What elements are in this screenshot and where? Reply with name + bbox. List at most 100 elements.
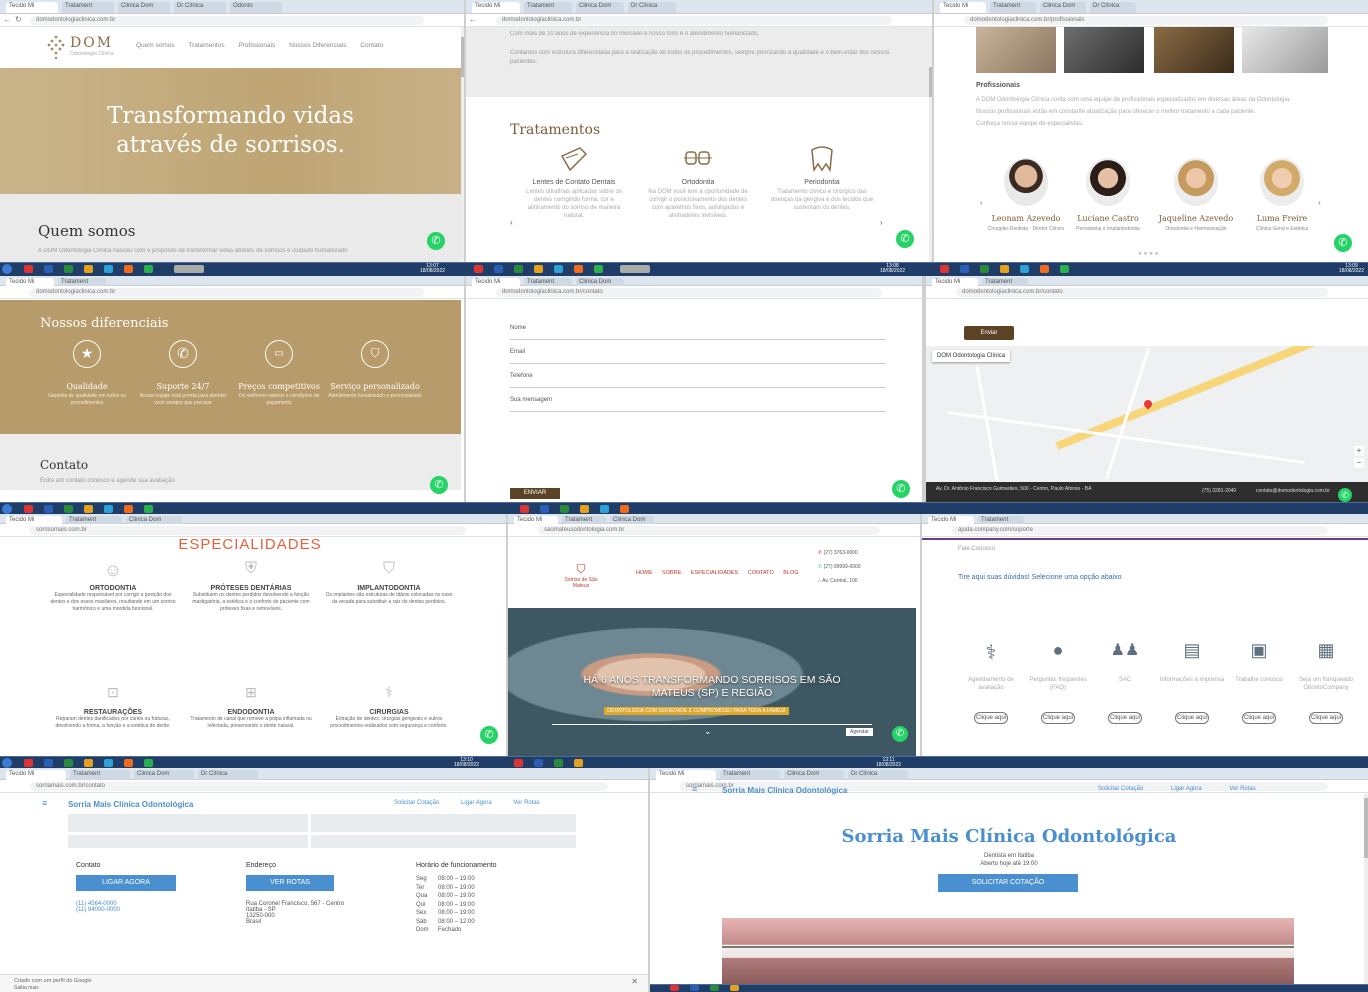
browser-tab[interactable]: Tratament bbox=[66, 516, 122, 524]
taskbar-clock[interactable]: 13:07 18/08/2022 bbox=[420, 264, 445, 274]
carousel-next[interactable]: › bbox=[880, 218, 883, 227]
support-option[interactable]: ● Perguntas frequentes (FAQ) Clique aqui bbox=[1025, 640, 1091, 724]
nav-directions[interactable]: Ver Rotas bbox=[1229, 786, 1255, 792]
url-field[interactable]: sorrisomais.com.br bbox=[30, 526, 466, 535]
support-option[interactable]: ♟♟ SAC Clique aqui bbox=[1092, 640, 1158, 724]
nav-request-quote[interactable]: Solicitar Cotação bbox=[394, 800, 439, 806]
phone-field[interactable]: Telefone bbox=[510, 364, 886, 388]
taskbar-app-icon[interactable] bbox=[104, 265, 113, 273]
taskbar-app-icon[interactable] bbox=[104, 505, 113, 513]
browser-tab[interactable]: Tratament bbox=[982, 278, 1028, 286]
scrollbar[interactable] bbox=[929, 27, 932, 262]
logo[interactable]: DOM Odontologia Clínica bbox=[46, 32, 126, 62]
start-button[interactable] bbox=[2, 758, 12, 768]
url-field[interactable]: domodontologiaclinica.com.br/contato bbox=[956, 288, 1328, 297]
browser-tab[interactable]: Tratament bbox=[524, 2, 572, 13]
footer-link[interactable]: Saiba mais bbox=[14, 985, 39, 991]
scrollbar[interactable] bbox=[461, 27, 464, 262]
nav-item[interactable]: HOME bbox=[636, 570, 653, 576]
taskbar-app-icon[interactable] bbox=[730, 985, 739, 991]
taskbar-clock[interactable]: 13:09 18/08/2022 bbox=[1339, 264, 1364, 274]
email-field[interactable]: Email bbox=[510, 340, 886, 364]
whatsapp-button[interactable]: ✆ bbox=[430, 476, 448, 494]
send-button[interactable]: ENVIAR bbox=[510, 488, 560, 499]
browser-tab[interactable]: Tecido Mi bbox=[932, 278, 978, 286]
nav-call-now[interactable]: Ligar Agora bbox=[1171, 786, 1202, 792]
google-map[interactable]: DOM Odontologia Clínica + − bbox=[926, 346, 1368, 482]
nav-quem-somos[interactable]: Quem somos bbox=[136, 42, 175, 49]
url-field[interactable]: domodontologiaclinica.com.br bbox=[30, 288, 424, 297]
taskbar-app-icon[interactable] bbox=[980, 265, 989, 273]
taskbar-clock[interactable]: 13:10 18/08/2022 bbox=[454, 758, 479, 768]
browser-tab[interactable]: Tecido Mi bbox=[472, 278, 520, 286]
taskbar-app-icon[interactable] bbox=[64, 505, 73, 513]
taskbar-app-icon[interactable] bbox=[574, 759, 583, 767]
browser-tab[interactable]: Tratament bbox=[720, 770, 780, 780]
support-option[interactable]: ▤ Informações à imprensa Clique aqui bbox=[1159, 640, 1225, 724]
taskbar-app-icon[interactable] bbox=[24, 759, 33, 767]
start-button[interactable] bbox=[2, 504, 12, 514]
nav-request-quote[interactable]: Solicitar Cotação bbox=[1098, 786, 1143, 792]
zoom-out-button[interactable]: − bbox=[1354, 458, 1364, 468]
taskbar-app-icon[interactable] bbox=[494, 265, 503, 273]
browser-tab[interactable]: Dr Clínica bbox=[628, 2, 676, 13]
taskbar-app-icon[interactable] bbox=[540, 505, 549, 513]
scrollbar[interactable] bbox=[1364, 794, 1368, 984]
taskbar-app-icon[interactable] bbox=[940, 265, 949, 273]
browser-tab[interactable]: Tratament bbox=[978, 516, 1024, 524]
browser-tab[interactable]: Clinica Dom bbox=[784, 770, 844, 780]
browser-tab[interactable]: Dr Clínica bbox=[848, 770, 908, 780]
taskbar-app-icon[interactable] bbox=[124, 759, 133, 767]
taskbar-app-icon[interactable] bbox=[554, 265, 563, 273]
browser-tab[interactable]: Tratament bbox=[62, 2, 114, 13]
taskbar-app-icon[interactable] bbox=[560, 505, 569, 513]
taskbar-app-icon[interactable] bbox=[84, 265, 93, 273]
taskbar-app-icon[interactable] bbox=[534, 759, 543, 767]
nav-item[interactable]: BLOG bbox=[783, 570, 798, 576]
start-button[interactable] bbox=[2, 264, 12, 274]
send-button[interactable]: Enviar bbox=[964, 326, 1014, 340]
taskbar-clock[interactable]: 13:08 18/08/2022 bbox=[880, 264, 905, 274]
browser-tab[interactable]: Clinica Dom bbox=[118, 2, 170, 13]
browser-tab[interactable]: Tecido Mi bbox=[656, 770, 716, 780]
taskbar-app-icon[interactable] bbox=[534, 265, 543, 273]
taskbar-app-icon[interactable] bbox=[144, 505, 153, 513]
nav-call-now[interactable]: Ligar Agora bbox=[461, 800, 492, 806]
taskbar-app-icon[interactable] bbox=[554, 759, 563, 767]
browser-tab[interactable]: Tecido Mi bbox=[6, 278, 54, 286]
taskbar-app-icon[interactable] bbox=[1060, 265, 1069, 273]
browser-tab[interactable]: Clinica Dom bbox=[610, 516, 654, 524]
taskbar-app-icon[interactable] bbox=[600, 505, 609, 513]
taskbar-app-icon[interactable] bbox=[670, 985, 679, 991]
support-option[interactable]: ▦ Seja um franqueado OdontoCompany Cliqu… bbox=[1293, 640, 1359, 724]
taskbar-app-icon[interactable] bbox=[144, 265, 153, 273]
browser-tab[interactable]: Tecido Mi bbox=[928, 516, 974, 524]
taskbar-app-icon[interactable] bbox=[84, 505, 93, 513]
url-field[interactable]: domodontologiaclinica.com.br/profissiona… bbox=[964, 16, 1328, 25]
whatsapp-button[interactable]: ✆ bbox=[427, 232, 445, 250]
taskbar-app-icon[interactable] bbox=[580, 505, 589, 513]
back-icon[interactable]: ← bbox=[469, 15, 477, 25]
hamburger-icon[interactable]: ≡ bbox=[42, 798, 47, 808]
whatsapp-button[interactable]: ✆ bbox=[1338, 488, 1352, 502]
option-button[interactable]: Clique aqui bbox=[1108, 712, 1142, 724]
carousel-prev[interactable]: ‹ bbox=[510, 218, 513, 227]
taskbar-app-icon[interactable] bbox=[690, 985, 699, 991]
nav-item[interactable]: SOBRE bbox=[662, 570, 681, 576]
browser-tab[interactable]: Tratament bbox=[524, 278, 572, 286]
support-option[interactable]: ▣ Trabalhe conosco Clique aqui bbox=[1226, 640, 1292, 724]
option-button[interactable]: Clique aqui bbox=[1041, 712, 1075, 724]
browser-tab[interactable]: Clinica Dom bbox=[126, 516, 182, 524]
taskbar-app-icon[interactable] bbox=[474, 265, 483, 273]
whatsapp-button[interactable]: ✆ bbox=[480, 726, 498, 744]
taskbar-app-icon[interactable] bbox=[44, 505, 53, 513]
directions-button[interactable]: VER ROTAS bbox=[246, 875, 334, 891]
footer-phone[interactable]: (75) 3281-2040 bbox=[1202, 488, 1236, 494]
browser-tab[interactable]: Tratament bbox=[58, 278, 106, 286]
taskbar-app-icon[interactable] bbox=[520, 505, 529, 513]
contact-phone[interactable]: ✆ (27) 3763-0000 bbox=[818, 546, 861, 560]
taskbar-app-icon[interactable] bbox=[594, 265, 603, 273]
taskbar-app-icon[interactable] bbox=[960, 265, 969, 273]
browser-tab[interactable]: Tratament bbox=[990, 2, 1036, 13]
message-field[interactable]: Sua mensagem bbox=[510, 388, 886, 412]
